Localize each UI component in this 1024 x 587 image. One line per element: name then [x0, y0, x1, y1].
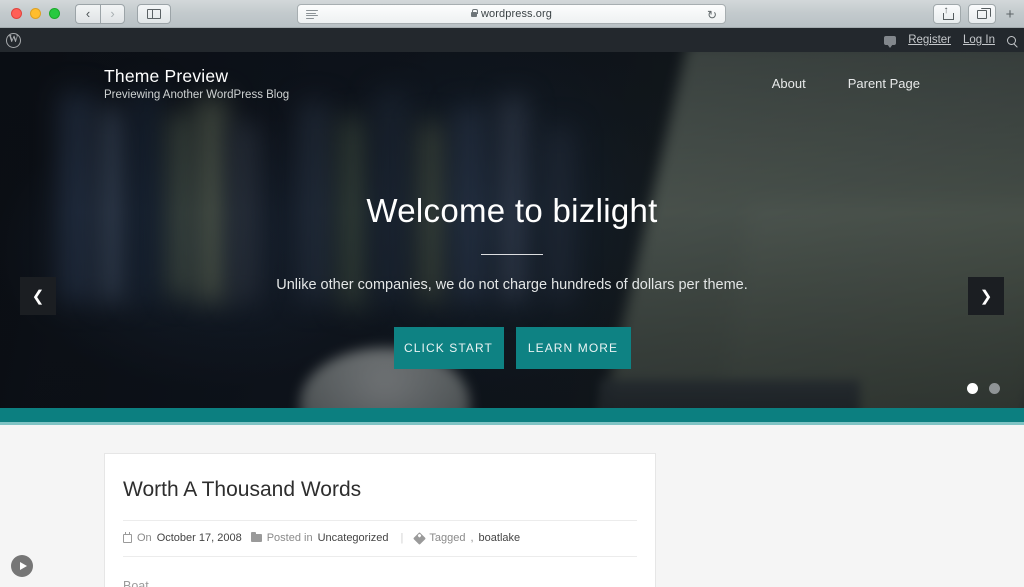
post-title[interactable]: Worth A Thousand Words: [123, 478, 637, 520]
show-tabs-button[interactable]: [968, 4, 996, 24]
wordpress-admin-bar: W Register Log In: [0, 28, 1024, 52]
window-traffic-lights: [0, 8, 60, 19]
register-link[interactable]: Register: [908, 34, 951, 46]
learn-more-button[interactable]: LEARN MORE: [515, 327, 631, 369]
hero-slider: Theme Preview Previewing Another WordPre…: [0, 52, 1024, 408]
accent-band: [0, 408, 1024, 422]
post-excerpt: Boat.: [123, 579, 153, 587]
post-category-prefix: Posted in: [266, 532, 313, 544]
post-category-meta: Posted in Uncategorized: [250, 531, 389, 544]
browser-toolbar: ‹ › wordpress.org ↻ +: [0, 0, 1024, 28]
primary-navigation: About Parent Page: [772, 76, 920, 91]
share-button[interactable]: [933, 4, 961, 24]
site-header: Theme Preview Previewing Another WordPre…: [0, 52, 1024, 114]
post-tag-meta: Tagged , boatlake: [413, 531, 521, 545]
site-tagline: Previewing Another WordPress Blog: [104, 89, 290, 102]
post-meta: On October 17, 2008 Posted in Uncategori…: [123, 520, 637, 557]
post-tag[interactable]: boatlake: [479, 532, 521, 544]
tag-icon: [413, 531, 427, 545]
slider-pagination: [967, 383, 1000, 394]
admin-bar-right: Register Log In: [884, 34, 1016, 48]
back-button[interactable]: ‹: [75, 3, 100, 24]
reader-view-icon[interactable]: [306, 10, 318, 19]
search-icon[interactable]: [1007, 35, 1016, 45]
maximize-window-button[interactable]: [49, 8, 60, 19]
post-date-meta: On October 17, 2008: [123, 532, 242, 544]
toolbar-right-buttons: [933, 4, 996, 24]
hero-buttons: CLICK START LEARN MORE: [0, 327, 1024, 369]
reload-icon[interactable]: ↻: [707, 8, 717, 22]
nav-item-parent-page[interactable]: Parent Page: [848, 76, 920, 91]
post-date[interactable]: October 17, 2008: [157, 532, 242, 544]
login-link[interactable]: Log In: [963, 34, 995, 46]
wordpress-logo-icon[interactable]: W: [6, 32, 21, 48]
post-card: Worth A Thousand Words On October 17, 20…: [104, 453, 656, 587]
slider-dot-2[interactable]: [989, 383, 1000, 394]
url-text: wordpress.org: [481, 8, 552, 20]
post-category[interactable]: Uncategorized: [318, 532, 389, 544]
calendar-icon: [123, 532, 132, 543]
url-text-wrapper: wordpress.org: [471, 8, 552, 20]
hero-content: Welcome to bizlight Unlike other compani…: [0, 192, 1024, 369]
click-start-button[interactable]: CLICK START: [393, 327, 504, 369]
new-tab-button[interactable]: +: [1001, 4, 1019, 24]
meta-separator: |: [400, 532, 404, 544]
slider-prev-button[interactable]: ❮: [20, 277, 56, 315]
close-window-button[interactable]: [11, 8, 22, 19]
tabs-icon: [977, 7, 991, 19]
site-branding: Theme Preview Previewing Another WordPre…: [104, 65, 289, 102]
share-icon: [942, 5, 954, 20]
site-title[interactable]: Theme Preview: [104, 65, 289, 88]
forward-button[interactable]: ›: [100, 3, 125, 24]
navigation-buttons: ‹ ›: [75, 3, 125, 24]
main-content: Worth A Thousand Words On October 17, 20…: [0, 425, 1024, 587]
slider-dot-1[interactable]: [967, 383, 978, 394]
hero-divider: [481, 254, 543, 255]
sidebar-toggle-button[interactable]: [137, 3, 171, 24]
lock-icon: [471, 8, 478, 17]
hero-title: Welcome to bizlight: [366, 192, 658, 229]
comment-bubble-icon[interactable]: [884, 35, 897, 48]
minimize-window-button[interactable]: [30, 8, 41, 19]
post-tag-separator: ,: [470, 532, 474, 544]
slider-next-button[interactable]: ❯: [968, 277, 1004, 315]
post-date-prefix: On: [137, 532, 152, 544]
sidebar-icon: [147, 8, 161, 19]
hero-subtitle: Unlike other companies, we do not charge…: [276, 277, 748, 293]
play-button-overlay[interactable]: [11, 555, 33, 577]
post-tag-prefix: Tagged: [429, 532, 466, 544]
nav-item-about[interactable]: About: [772, 76, 806, 91]
address-bar[interactable]: wordpress.org ↻: [297, 4, 726, 24]
folder-icon: [250, 531, 262, 542]
